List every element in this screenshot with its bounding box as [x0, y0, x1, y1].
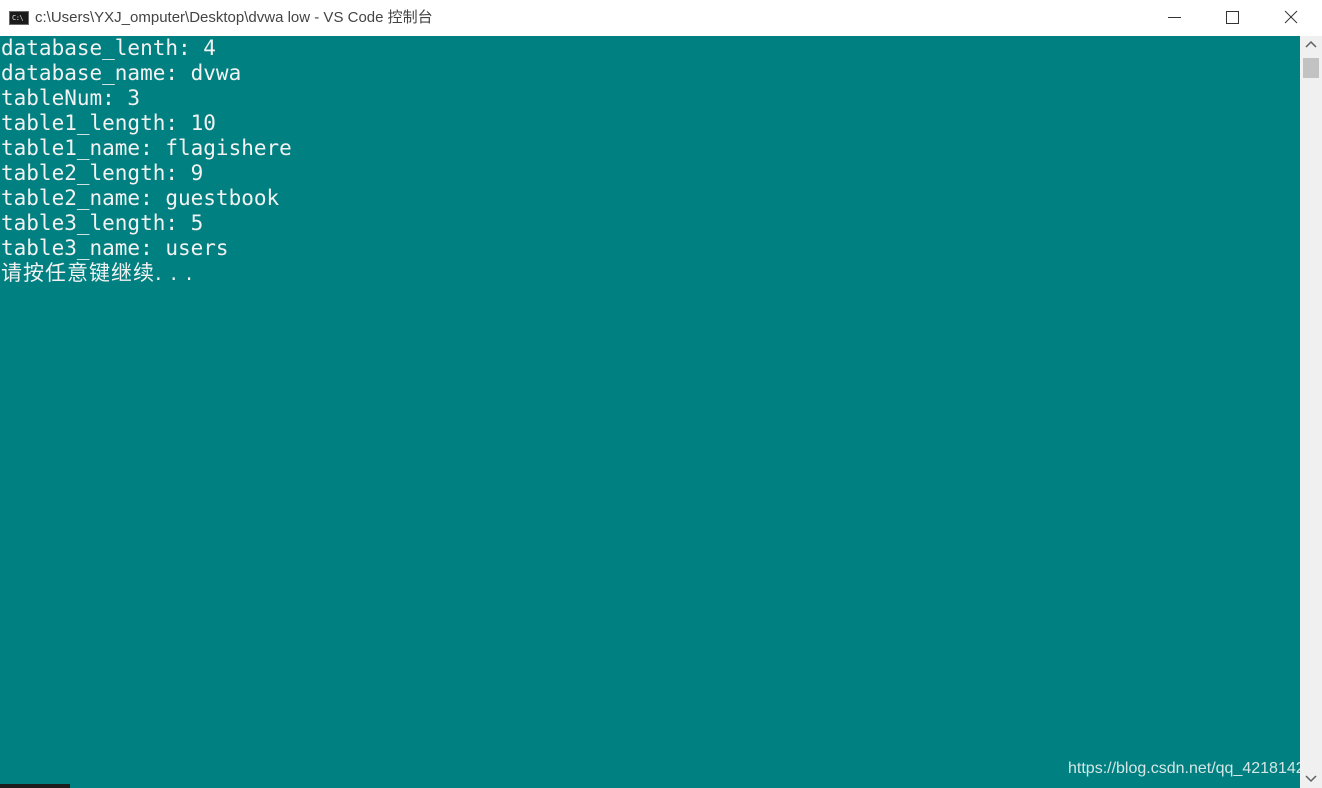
press-any-key-prompt: 请按任意键继续. . .	[1, 261, 194, 285]
console-line: database_lenth: 4	[1, 36, 216, 60]
console-line: table2_name: guestbook	[1, 186, 280, 210]
bottom-edge-strip	[0, 784, 70, 788]
console-window: C:\ c:\Users\YXJ_omputer\Desktop\dvwa lo…	[0, 0, 1322, 788]
console-line: table3_length: 5	[1, 211, 204, 235]
console-output[interactable]: database_lenth: 4 database_name: dvwa ta…	[0, 36, 1300, 788]
console-line: table2_length: 9	[1, 161, 204, 185]
chevron-up-icon	[1305, 40, 1317, 48]
close-button[interactable]	[1262, 0, 1320, 34]
scroll-up-button[interactable]	[1300, 36, 1322, 54]
scroll-down-button[interactable]	[1300, 769, 1322, 787]
minimize-button[interactable]	[1146, 0, 1204, 34]
console-app-icon-text: C:\	[12, 14, 24, 22]
console-lines: database_lenth: 4 database_name: dvwa ta…	[1, 36, 292, 286]
maximize-button[interactable]	[1204, 0, 1262, 34]
window-title: c:\Users\YXJ_omputer\Desktop\dvwa low - …	[35, 9, 433, 26]
console-line: table3_name: users	[1, 236, 229, 260]
console-line: table1_name: flagishere	[1, 136, 292, 160]
minimize-icon	[1168, 17, 1181, 18]
vertical-scrollbar[interactable]	[1300, 36, 1322, 788]
console-line: database_name: dvwa	[1, 61, 242, 85]
scrollbar-thumb[interactable]	[1303, 58, 1319, 78]
close-icon	[1284, 10, 1298, 24]
chevron-down-icon	[1305, 775, 1317, 783]
maximize-icon	[1226, 11, 1239, 24]
console-app-icon[interactable]: C:\	[9, 11, 29, 25]
title-bar[interactable]: C:\ c:\Users\YXJ_omputer\Desktop\dvwa lo…	[0, 0, 1322, 36]
watermark-url: https://blog.csdn.net/qq_4218142	[1068, 760, 1300, 777]
console-line: tableNum: 3	[1, 86, 141, 110]
console-line: table1_length: 10	[1, 111, 216, 135]
